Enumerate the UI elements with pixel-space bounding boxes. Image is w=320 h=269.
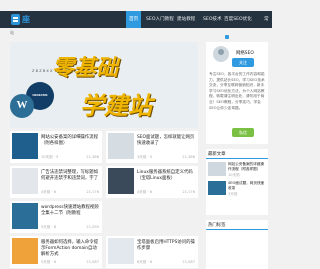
post-meta-date: 4天前 · 6 [41, 190, 57, 194]
breadcrumb: 站 [10, 30, 14, 35]
widget-divider [206, 158, 268, 159]
widget-divider [206, 229, 268, 230]
post-meta-views: 21,176 [182, 190, 195, 194]
logo-text: 座 [22, 15, 30, 24]
post-thumbnail[interactable] [12, 238, 38, 264]
recent-posts-widget: 最新文章 网站公安备案的详细操作流程（附各样图） 10天前 SEO面试题，网页快… [206, 149, 268, 215]
wordpress-logo-icon [10, 94, 34, 118]
avatar[interactable] [213, 46, 229, 62]
recent-post-title[interactable]: 网站公安备案的详细操作流程（附各样图） [228, 162, 266, 172]
post-card[interactable]: Linux服务器系统自定义代码（宝塔Linux面板） 4天前 · 6 21,17… [106, 166, 198, 198]
tag-widget: 热门标签 [206, 220, 268, 269]
recent-post-date: 3天前 [228, 192, 238, 196]
post-thumbnail[interactable] [108, 168, 134, 194]
nav-item-home[interactable]: 首页 [126, 11, 142, 28]
post-meta-views: 21,386 [182, 155, 195, 159]
post-meta-views: 21,095 [86, 225, 99, 229]
post-title[interactable]: 网站公安备案的详细操作流程（附各样图） [41, 135, 99, 147]
post-title[interactable]: 广告法违禁词整理，写标题如何避开违禁字和违禁词，字了 [41, 170, 99, 182]
hero-title-line2: 学建站 [80, 91, 152, 120]
post-meta-views: 21,386 [86, 155, 99, 159]
post-meta-date: 10天前 · 5 [41, 155, 59, 159]
author-card: 网络SEO 关注 私信 专注SEO，各平台的工作内容和能力，提供站长SEO，学习… [206, 42, 268, 144]
post-title[interactable]: Linux服务器系统自定义代码（宝塔Linux面板） [137, 170, 195, 182]
post-card[interactable]: 服务器如何选择，输入命令提示FormAction domain自动解析方式 5天… [10, 236, 102, 268]
hero-subtitle: Z B Z B X X [32, 69, 53, 73]
post-thumbnail[interactable] [12, 133, 38, 159]
hero-banner[interactable]: 零基础 Z B Z B X X 学建站 [10, 42, 198, 128]
post-thumbnail[interactable] [108, 133, 134, 159]
message-button[interactable]: 私信 [232, 128, 254, 137]
post-thumbnail[interactable] [12, 203, 38, 229]
post-meta-date: 4天前 · 6 [137, 190, 153, 194]
recent-thumbnail[interactable] [208, 162, 226, 176]
post-title[interactable]: 服务器如何选择，输入命令提示FormAction domain自动解析方式 [41, 240, 99, 258]
nav-item-seo-tech[interactable]: SEO技术 [203, 11, 222, 28]
post-meta-views: 21,176 [86, 190, 99, 194]
post-meta-date: 5天前 · 6 [41, 260, 57, 264]
recent-post-title[interactable]: SEO面试题，网页快速收录 [228, 181, 266, 191]
post-meta-views: 21,087 [86, 260, 99, 264]
logo-mark-icon [11, 14, 20, 25]
post-title[interactable]: SEO面试题，怎样就能让网页快速收录了 [137, 135, 195, 147]
recent-thumbnail[interactable] [208, 181, 226, 195]
recent-posts-title: 最新文章 [208, 152, 226, 157]
recent-post-date: 10天前 [228, 173, 240, 177]
post-title[interactable]: 宝塔面板启用HTTPS访问的操作步骤 [137, 240, 195, 252]
post-card[interactable]: SEO面试题，怎样就能让网页快速收录了 3天前 · 5 21,386 [106, 131, 198, 163]
post-card[interactable]: wordpress快速建站教程视频全集十二节（附教程 5天前 · 8 21,09… [10, 201, 102, 233]
nav-item-baidu-seo[interactable]: 百度SEO优化 [224, 11, 252, 28]
tag-widget-title: 热门标签 [208, 223, 226, 228]
top-nav: 座 首页 SEO入门教程 建站教程 SEO技术 百度SEO优化 常 [0, 11, 272, 28]
post-card[interactable]: 宝塔面板启用HTTPS访问的操作步骤 6天前 · 6 21,087 [106, 236, 198, 268]
post-meta-date: 6天前 · 6 [137, 260, 153, 264]
post-thumbnail[interactable] [12, 168, 38, 194]
site-logo[interactable]: 座 [10, 11, 56, 28]
author-bio: 专注SEO，各平台的工作内容和能力，提供站长SEO，学习SEO技术交流，分享互联… [209, 72, 265, 110]
post-card[interactable]: 网站公安备案的详细操作流程（附各样图） 10天前 · 5 21,386 [10, 131, 102, 163]
post-meta-views: 21,087 [182, 260, 195, 264]
post-meta-date: 5天前 · 8 [41, 225, 57, 229]
post-thumbnail[interactable] [108, 238, 134, 264]
author-name[interactable]: 网络SEO [236, 50, 254, 56]
hero-title-line1: 零基础 [52, 55, 119, 81]
post-meta-date: 3天前 · 5 [137, 155, 153, 159]
post-title[interactable]: wordpress快速建站教程视频全集十二节（附教程 [41, 205, 99, 217]
nav-item-seo-tutorial[interactable]: SEO入门教程 [146, 11, 174, 28]
notice-icon[interactable] [225, 35, 229, 39]
nav-item-more[interactable]: 常 [264, 11, 269, 28]
follow-button[interactable]: 关注 [232, 58, 254, 67]
post-card[interactable]: 广告法违禁词整理，写标题如何避开违禁字和违禁词，字了 4天前 · 6 21,17… [10, 166, 102, 198]
nav-item-site-tutorial[interactable]: 建站教程 [177, 11, 195, 28]
